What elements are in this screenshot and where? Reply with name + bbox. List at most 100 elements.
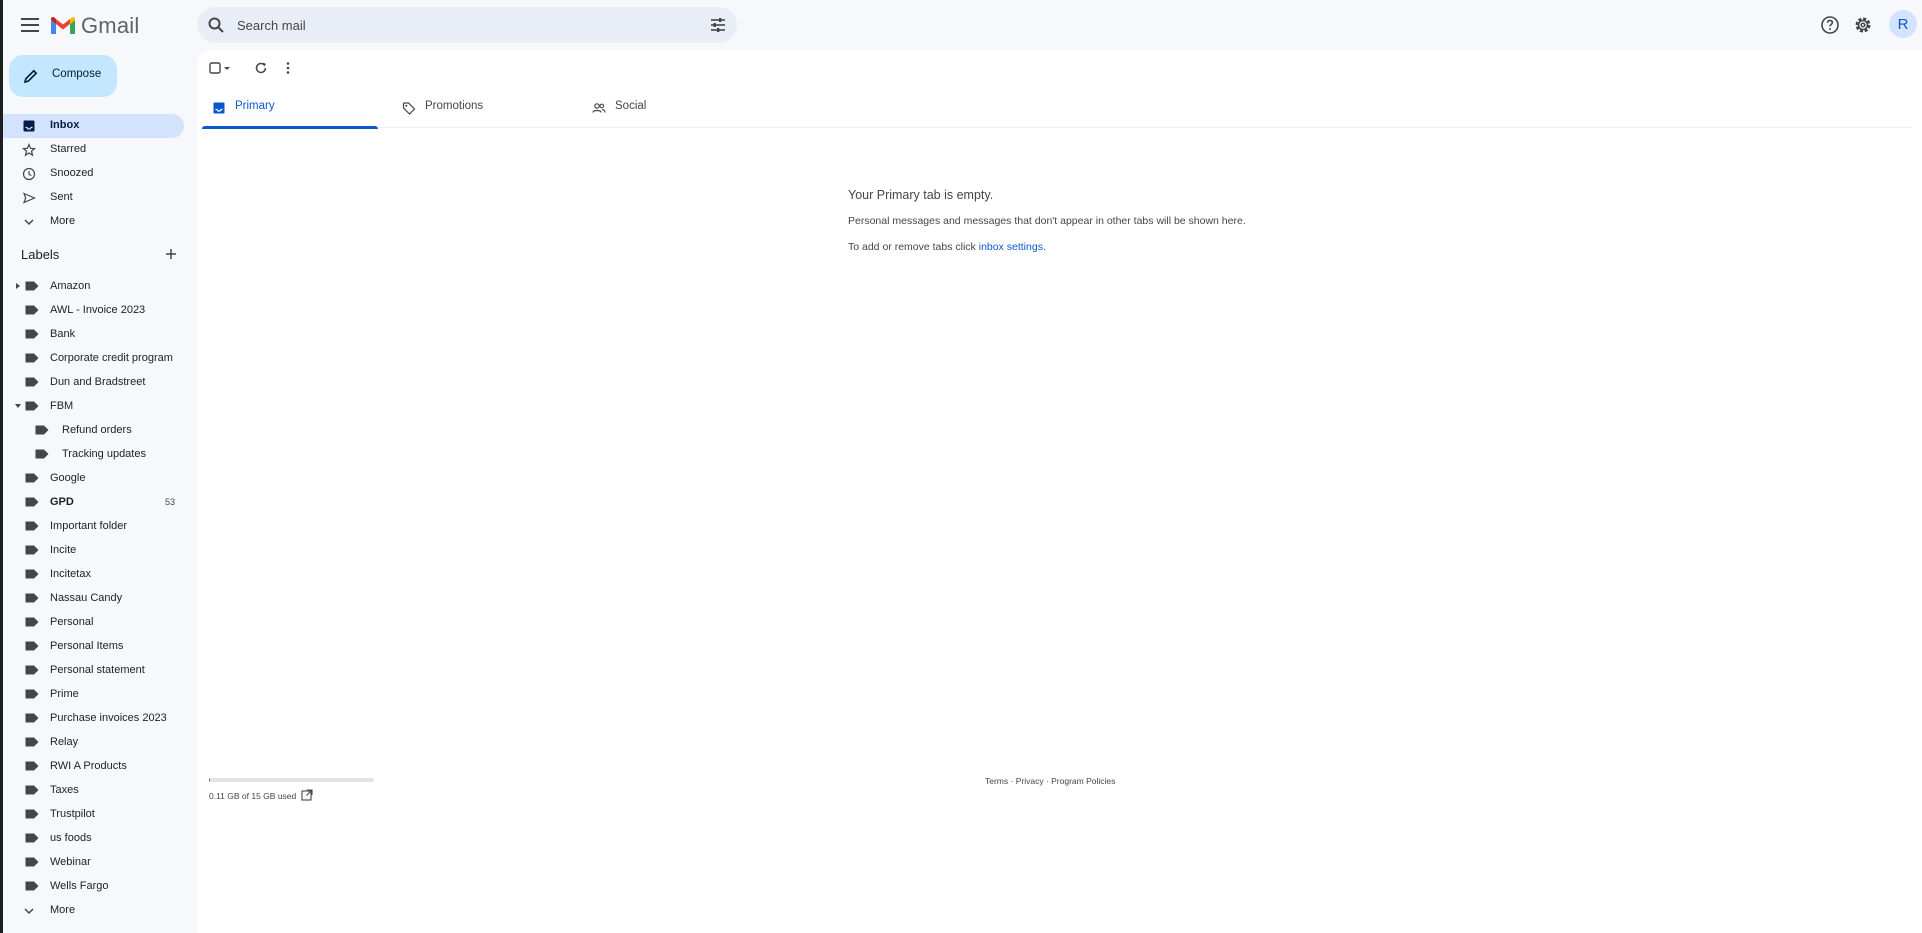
storage-meter xyxy=(209,778,374,782)
sidebar-item-inbox[interactable]: Inbox xyxy=(3,114,184,138)
chevron-down-icon xyxy=(24,908,34,915)
refresh-icon xyxy=(255,62,267,74)
sidebar-item-more[interactable]: More xyxy=(3,210,184,234)
search-icon[interactable] xyxy=(207,16,225,34)
label-item-awl-invoice-2023[interactable]: AWL - Invoice 2023 xyxy=(3,299,184,321)
label-item-wells-fargo[interactable]: Wells Fargo xyxy=(3,875,184,897)
label-name: Taxes xyxy=(50,784,79,796)
label-item-personal-statement[interactable]: Personal statement xyxy=(3,659,184,681)
help-icon[interactable] xyxy=(1819,14,1841,36)
sidebar-item-snoozed[interactable]: Snoozed xyxy=(3,162,184,186)
refresh-button[interactable] xyxy=(254,58,268,78)
labels-more-button[interactable]: More xyxy=(3,899,184,923)
label-icon xyxy=(25,881,39,891)
chevron-down-icon xyxy=(24,219,34,226)
label-name: Refund orders xyxy=(62,424,132,436)
avatar[interactable]: R xyxy=(1889,10,1917,38)
storage-usage-text: 0.11 GB of 15 GB used xyxy=(209,791,297,801)
main-menu-button[interactable] xyxy=(17,12,43,38)
label-name: Trustpilot xyxy=(50,808,95,820)
label-icon xyxy=(25,833,39,843)
label-item-gpd[interactable]: GPD 53 xyxy=(3,491,184,513)
label-item-incite[interactable]: Incite xyxy=(3,539,184,561)
label-name: Tracking updates xyxy=(62,448,146,460)
sidebar-item-sent[interactable]: Sent xyxy=(3,186,184,210)
hint-prefix: To add or remove tabs click xyxy=(848,241,979,253)
sidebar-item-label: Inbox xyxy=(50,119,80,131)
label-item-fbm[interactable]: FBM xyxy=(3,395,184,417)
label-item-amazon[interactable]: Amazon xyxy=(3,275,184,297)
label-name: Incitetax xyxy=(50,568,91,580)
empty-state-title: Your Primary tab is empty. xyxy=(848,188,994,202)
label-name: AWL - Invoice 2023 xyxy=(50,304,146,316)
label-item-refund-orders[interactable]: Refund orders xyxy=(3,419,184,441)
people-icon xyxy=(592,103,606,113)
privacy-link[interactable]: Privacy xyxy=(1016,776,1044,786)
label-icon xyxy=(25,737,39,747)
sidebar-item-starred[interactable]: Starred xyxy=(3,138,184,162)
label-item-prime[interactable]: Prime xyxy=(3,683,184,705)
label-item-rwi-a-products[interactable]: RWI A Products xyxy=(3,755,184,777)
select-checkbox[interactable] xyxy=(209,58,231,78)
plus-icon[interactable] xyxy=(163,246,179,262)
label-name: Nassau Candy xyxy=(50,592,123,604)
open-in-new-icon[interactable] xyxy=(301,789,313,801)
label-item-taxes[interactable]: Taxes xyxy=(3,779,184,801)
label-name: us foods xyxy=(50,832,92,844)
more-options-button[interactable] xyxy=(285,58,291,78)
label-item-personal-items[interactable]: Personal Items xyxy=(3,635,184,657)
label-icon xyxy=(25,401,39,411)
label-icon xyxy=(25,617,39,627)
label-icon xyxy=(25,785,39,795)
label-icon xyxy=(25,857,39,867)
label-item-incitetax[interactable]: Incitetax xyxy=(3,563,184,585)
search-input[interactable] xyxy=(237,7,677,43)
label-item-important-folder[interactable]: Important folder xyxy=(3,515,184,537)
label-icon xyxy=(25,545,39,555)
label-item-dun-and-bradstreet[interactable]: Dun and Bradstreet xyxy=(3,371,184,393)
tab-promotions[interactable]: Promotions xyxy=(392,87,568,128)
search-options-icon[interactable] xyxy=(709,16,727,34)
label-item-trustpilot[interactable]: Trustpilot xyxy=(3,803,184,825)
program-policies-link[interactable]: Program Policies xyxy=(1051,776,1115,786)
sidebar: Compose Inbox Starred Snoozed Sent More Labe… xyxy=(3,50,193,933)
label-item-us-foods[interactable]: us foods xyxy=(3,827,184,849)
caret-down-icon[interactable] xyxy=(15,403,21,409)
search-bar[interactable] xyxy=(197,7,737,43)
gear-icon[interactable] xyxy=(1852,14,1874,36)
terms-link[interactable]: Terms xyxy=(985,776,1008,786)
label-item-personal[interactable]: Personal xyxy=(3,611,184,633)
tab-social[interactable]: Social xyxy=(582,87,758,128)
sidebar-item-label: Starred xyxy=(50,143,87,155)
label-item-tracking-updates[interactable]: Tracking updates xyxy=(3,443,184,465)
label-icon xyxy=(25,569,39,579)
tab-primary[interactable]: Primary xyxy=(202,87,378,129)
checkbox-icon xyxy=(209,62,230,74)
gmail-logo[interactable]: Gmail xyxy=(51,13,139,39)
sidebar-item-label: Sent xyxy=(50,191,73,203)
unread-count: 53 xyxy=(164,497,175,507)
label-icon xyxy=(25,593,39,603)
label-icon xyxy=(25,305,39,315)
label-name: Prime xyxy=(50,688,79,700)
label-name: GPD xyxy=(50,496,74,508)
label-name: Wells Fargo xyxy=(50,880,109,892)
label-icon xyxy=(25,281,39,291)
label-item-google[interactable]: Google xyxy=(3,467,184,489)
inbox-tab-icon xyxy=(213,102,225,114)
label-name: Webinar xyxy=(50,856,91,868)
compose-button[interactable]: Compose xyxy=(9,55,117,97)
inbox-settings-link[interactable]: inbox settings xyxy=(979,241,1043,253)
label-icon xyxy=(25,761,39,771)
label-item-webinar[interactable]: Webinar xyxy=(3,851,184,873)
label-icon xyxy=(25,713,39,723)
label-item-corporate-credit-program[interactable]: Corporate credit program xyxy=(3,347,184,369)
label-item-purchase-invoices-2023[interactable]: Purchase invoices 2023 xyxy=(3,707,184,729)
label-item-relay[interactable]: Relay xyxy=(3,731,184,753)
label-item-bank[interactable]: Bank xyxy=(3,323,184,345)
label-icon xyxy=(25,497,39,507)
caret-right-icon[interactable] xyxy=(15,283,21,289)
label-name: Important folder xyxy=(50,520,128,532)
label-item-nassau-candy[interactable]: Nassau Candy xyxy=(3,587,184,609)
label-name: Purchase invoices 2023 xyxy=(50,712,167,724)
